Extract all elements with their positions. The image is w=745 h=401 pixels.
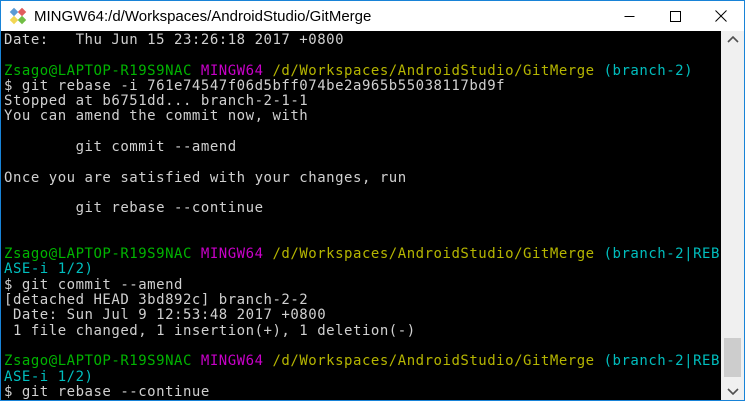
terminal-line: Zsago@LAPTOP-R19S9NAC MINGW64 /d/Workspa…	[4, 62, 721, 79]
maximize-button[interactable]	[652, 1, 698, 31]
terminal-line: You can amend the commit now, with	[4, 109, 721, 124]
terminal-line: ASE-i 1/2)	[4, 368, 721, 385]
terminal-line: $ git commit --amend	[4, 276, 721, 293]
titlebar[interactable]: MINGW64:/d/Workspaces/AndroidStudio/GitM…	[1, 1, 744, 31]
scrollbar-thumb[interactable]	[724, 338, 741, 377]
caption-buttons	[606, 1, 744, 31]
scrollbar-down-button[interactable]	[721, 383, 744, 400]
terminal-line: Zsago@LAPTOP-R19S9NAC MINGW64 /d/Workspa…	[4, 247, 721, 262]
terminal-line: Stopped at b6751dd... branch-2-1-1	[4, 94, 721, 109]
scrollbar-up-button[interactable]	[721, 31, 744, 48]
window-title: MINGW64:/d/Workspaces/AndroidStudio/GitM…	[34, 7, 372, 25]
close-button[interactable]	[698, 1, 744, 31]
terminal-body: Date: Thu Jun 15 23:26:18 2017 +0800 Zsag…	[1, 31, 744, 400]
terminal-text-segment: 1 file changed, 1 insertion(+), 1 deleti…	[4, 322, 416, 339]
terminal-text-segment: /d/Workspaces/AndroidStudio/GitMerge	[272, 246, 604, 263]
terminal-text-segment: (branch-2)	[603, 62, 694, 79]
terminal-text-segment: You can amend the commit now, with	[4, 108, 309, 125]
terminal-text-segment: git commit --amend	[4, 139, 237, 156]
scrollbar[interactable]	[721, 31, 744, 400]
terminal-line: $ git rebase -i 761e74547f06d5bff074be2a…	[4, 77, 721, 94]
terminal-text-segment: /d/Workspaces/AndroidStudio/GitMerge	[272, 353, 604, 370]
terminal-line: Date: Sun Jul 9 12:53:48 2017 +0800	[4, 308, 721, 323]
terminal-text-segment: /d/Workspaces/AndroidStudio/GitMerge	[272, 62, 604, 79]
terminal-text-segment: (branch-2|REB	[603, 246, 720, 263]
terminal-line: $ git rebase --continue	[4, 383, 721, 400]
terminal-text-segment: ASE-i 1/2)	[4, 368, 94, 385]
terminal-line: git rebase --continue	[4, 201, 721, 216]
terminal-text-segment: git rebase --continue	[4, 200, 264, 217]
terminal-text-segment: [detached HEAD 3bd892c] branch-2-2	[4, 292, 309, 309]
terminal-line: [detached HEAD 3bd892c] branch-2-2	[4, 292, 721, 309]
chevron-up-icon	[726, 36, 739, 43]
close-icon	[715, 10, 727, 22]
terminal-text-segment: $ git rebase -i 761e74547f06d5bff074be2a…	[4, 77, 506, 94]
minimize-button[interactable]	[606, 1, 652, 31]
terminal-text-segment: Zsago@LAPTOP-R19S9NAC	[4, 62, 201, 79]
terminal-window: MINGW64:/d/Workspaces/AndroidStudio/GitM…	[0, 0, 745, 401]
terminal-text-segment: $ git commit --amend	[4, 276, 183, 293]
terminal-text-segment: Once you are satisfied with your changes…	[4, 169, 407, 186]
terminal-text-segment: (branch-2|REB	[603, 353, 720, 370]
terminal-text-segment: Date: Sun Jul 9 12:53:48 2017 +0800	[4, 307, 327, 324]
terminal-text-segment: Stopped at b6751dd... branch-2-1-1	[4, 93, 309, 110]
terminal-line: git commit --amend	[4, 139, 721, 156]
terminal-output[interactable]: Date: Thu Jun 15 23:26:18 2017 +0800 Zsag…	[1, 31, 721, 400]
msys-app-icon	[9, 7, 27, 25]
scrollbar-track[interactable]	[721, 48, 744, 383]
terminal-text-segment: Date: Thu Jun 15 23:26:18 2017 +0800	[4, 32, 345, 48]
terminal-text-segment: Zsago@LAPTOP-R19S9NAC	[4, 353, 201, 370]
terminal-line: ASE-i 1/2)	[4, 262, 721, 277]
terminal-line: Zsago@LAPTOP-R19S9NAC MINGW64 /d/Workspa…	[4, 354, 721, 369]
terminal-text-segment: Zsago@LAPTOP-R19S9NAC	[4, 246, 201, 263]
terminal-text-segment: ASE-i 1/2)	[4, 261, 94, 278]
terminal-text-segment: MINGW64	[200, 246, 273, 263]
terminal-line: Once you are satisfied with your changes…	[4, 169, 721, 186]
terminal-text-segment: MINGW64	[200, 62, 273, 79]
minimize-icon	[624, 15, 634, 17]
maximize-icon	[669, 10, 681, 22]
chevron-down-icon	[726, 388, 739, 395]
terminal-line: Date: Thu Jun 15 23:26:18 2017 +0800	[4, 32, 721, 48]
terminal-text-segment: MINGW64	[200, 353, 273, 370]
terminal-line: 1 file changed, 1 insertion(+), 1 deleti…	[4, 322, 721, 339]
terminal-text-segment: $ git rebase --continue	[4, 383, 210, 400]
